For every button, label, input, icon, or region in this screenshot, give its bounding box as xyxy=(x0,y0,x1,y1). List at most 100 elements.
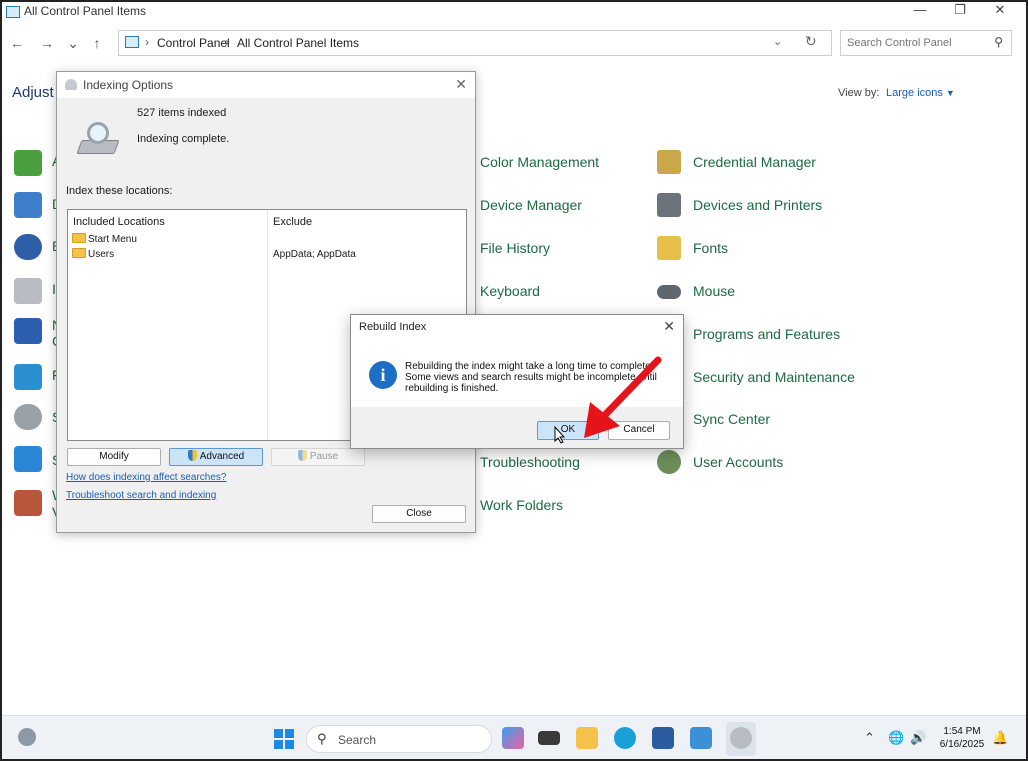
show-hidden-icons-icon[interactable]: ⌃ xyxy=(864,730,875,746)
clock[interactable]: 1:54 PM 6/16/2025 xyxy=(934,725,990,751)
advanced-label: Advanced xyxy=(199,451,245,462)
date-time-icon[interactable] xyxy=(14,192,42,218)
pause-button[interactable]: Pause xyxy=(271,448,365,466)
indexing-icon xyxy=(65,79,77,90)
windows-firewall-icon[interactable] xyxy=(14,490,42,516)
items-indexed-count: 527 items indexed xyxy=(137,107,227,119)
close-icon[interactable]: ✕ xyxy=(663,318,675,335)
copilot-icon[interactable] xyxy=(502,727,524,749)
sound-icon[interactable] xyxy=(14,404,42,430)
indexing-options-icon[interactable] xyxy=(14,278,42,304)
printer-icon xyxy=(657,193,681,217)
view-by-label: View by: xyxy=(838,87,880,99)
location-name: Start Menu xyxy=(88,234,137,245)
up-button[interactable]: ↑ xyxy=(86,33,108,53)
how-indexing-link[interactable]: How does indexing affect searches? xyxy=(66,472,226,483)
view-by-dropdown[interactable]: Large icons ▼ xyxy=(886,87,955,99)
index-locations-label: Index these locations: xyxy=(66,185,173,197)
restore-button[interactable]: ❐ xyxy=(940,2,980,22)
item-label: User Accounts xyxy=(693,454,784,470)
dialog-title-bar: Indexing Options ✕ xyxy=(57,72,475,98)
address-dropdown-icon[interactable]: ⌄ xyxy=(773,35,782,48)
chevron-down-icon: ▼ xyxy=(945,88,955,98)
widgets-icon[interactable] xyxy=(18,728,36,746)
ease-of-access-icon[interactable] xyxy=(14,234,42,260)
mouse-cursor-icon xyxy=(554,426,566,444)
notification-bell-icon[interactable]: 🔔 xyxy=(992,730,1008,746)
mouse-icon xyxy=(657,285,681,299)
item-label: Work Folders xyxy=(480,497,563,513)
location-row[interactable]: Users xyxy=(72,248,114,260)
dialog-title: Indexing Options xyxy=(83,78,174,92)
column-header-exclude[interactable]: Exclude xyxy=(273,216,312,228)
network-icon[interactable] xyxy=(14,318,42,344)
taskbar-search[interactable]: ⚲ Search xyxy=(306,725,492,753)
item-label: File History xyxy=(480,240,551,256)
search-icon: ⚲ xyxy=(317,731,327,746)
troubleshoot-link[interactable]: Troubleshoot search and indexing xyxy=(66,490,216,501)
start-button[interactable] xyxy=(274,729,294,749)
search-icon[interactable]: ⚲ xyxy=(994,35,1003,49)
location-row[interactable]: Start Menu xyxy=(72,233,137,245)
item-label: Color Management xyxy=(480,154,600,170)
user-accounts-icon xyxy=(657,450,681,474)
item-label: Devices and Printers xyxy=(693,197,823,213)
action-center-icon[interactable] xyxy=(14,150,42,176)
pause-label: Pause xyxy=(309,451,339,462)
item-label: Keyboard xyxy=(480,283,540,299)
search-input[interactable] xyxy=(847,35,987,51)
column-header-included[interactable]: Included Locations xyxy=(73,216,165,228)
breadcrumb-separator: › xyxy=(225,35,229,49)
minimize-button[interactable]: — xyxy=(900,2,940,22)
network-globe-icon[interactable]: 🌐 xyxy=(888,730,904,746)
volume-icon[interactable]: 🔊 xyxy=(910,730,926,746)
taskbar-search-label: Search xyxy=(338,733,377,747)
refresh-icon[interactable]: ↻ xyxy=(805,33,817,50)
column-divider xyxy=(267,210,268,440)
taskbar: ⚲ Search ⌃ 🌐 🔊 1:54 PM 6/16/2025 🔔 xyxy=(2,715,1026,759)
forward-button[interactable]: → xyxy=(36,33,58,53)
uac-shield-icon xyxy=(297,450,307,461)
advanced-button[interactable]: Advanced xyxy=(169,448,263,466)
folder-icon xyxy=(72,233,86,243)
item-label: Credential Manager xyxy=(693,154,816,170)
item-label: Fonts xyxy=(693,240,729,256)
breadcrumb-separator: › xyxy=(145,35,149,49)
breadcrumb-control-panel[interactable]: Control Panel xyxy=(157,36,230,50)
item-label: Security and Maintenance xyxy=(693,369,855,385)
task-view-icon[interactable] xyxy=(538,731,560,745)
clock-time: 1:54 PM xyxy=(943,726,981,737)
red-arrow-annotation xyxy=(584,356,662,438)
rebuild-title-bar: Rebuild Index ✕ xyxy=(351,315,683,341)
info-icon: i xyxy=(369,361,397,389)
credential-manager-icon xyxy=(657,150,681,174)
view-by-value: Large icons xyxy=(886,87,943,99)
modify-button[interactable]: Modify xyxy=(67,448,161,466)
item-label: Mouse xyxy=(693,283,736,299)
system-icon[interactable] xyxy=(14,446,42,472)
close-button[interactable]: ✕ xyxy=(980,2,1020,22)
file-explorer-icon[interactable] xyxy=(576,727,598,749)
item-label: Programs and Features xyxy=(693,326,841,342)
recovery-icon[interactable] xyxy=(14,364,42,390)
item-label: Troubleshooting xyxy=(480,454,580,470)
navigation-bar: ← → ⌄ ↑ › Control Panel › All Control Pa… xyxy=(2,28,1026,58)
item-label: Sync Center xyxy=(693,411,771,427)
edge-browser-icon[interactable] xyxy=(614,727,636,749)
item-label: Device Manager xyxy=(480,197,582,213)
indexing-options-dialog: Indexing Options ✕ 527 items indexed Ind… xyxy=(56,71,476,533)
control-panel-icon xyxy=(6,6,20,18)
search-box[interactable]: ⚲ xyxy=(840,30,1012,56)
close-dialog-button[interactable]: Close xyxy=(372,505,466,523)
fonts-icon xyxy=(657,236,681,260)
microsoft-store-icon[interactable] xyxy=(652,727,674,749)
control-panel-taskbar-icon[interactable] xyxy=(690,727,712,749)
recent-locations-button[interactable]: ⌄ xyxy=(62,33,84,53)
title-bar: All Control Panel Items — ❐ ✕ xyxy=(2,2,1026,28)
location-exclude: AppData; AppData xyxy=(273,249,356,260)
back-button[interactable]: ← xyxy=(6,33,28,53)
address-bar[interactable]: › Control Panel › All Control Panel Item… xyxy=(118,30,832,56)
breadcrumb-all-items[interactable]: All Control Panel Items xyxy=(237,36,359,50)
clock-date: 6/16/2025 xyxy=(939,739,985,750)
close-icon[interactable]: ✕ xyxy=(455,76,467,93)
